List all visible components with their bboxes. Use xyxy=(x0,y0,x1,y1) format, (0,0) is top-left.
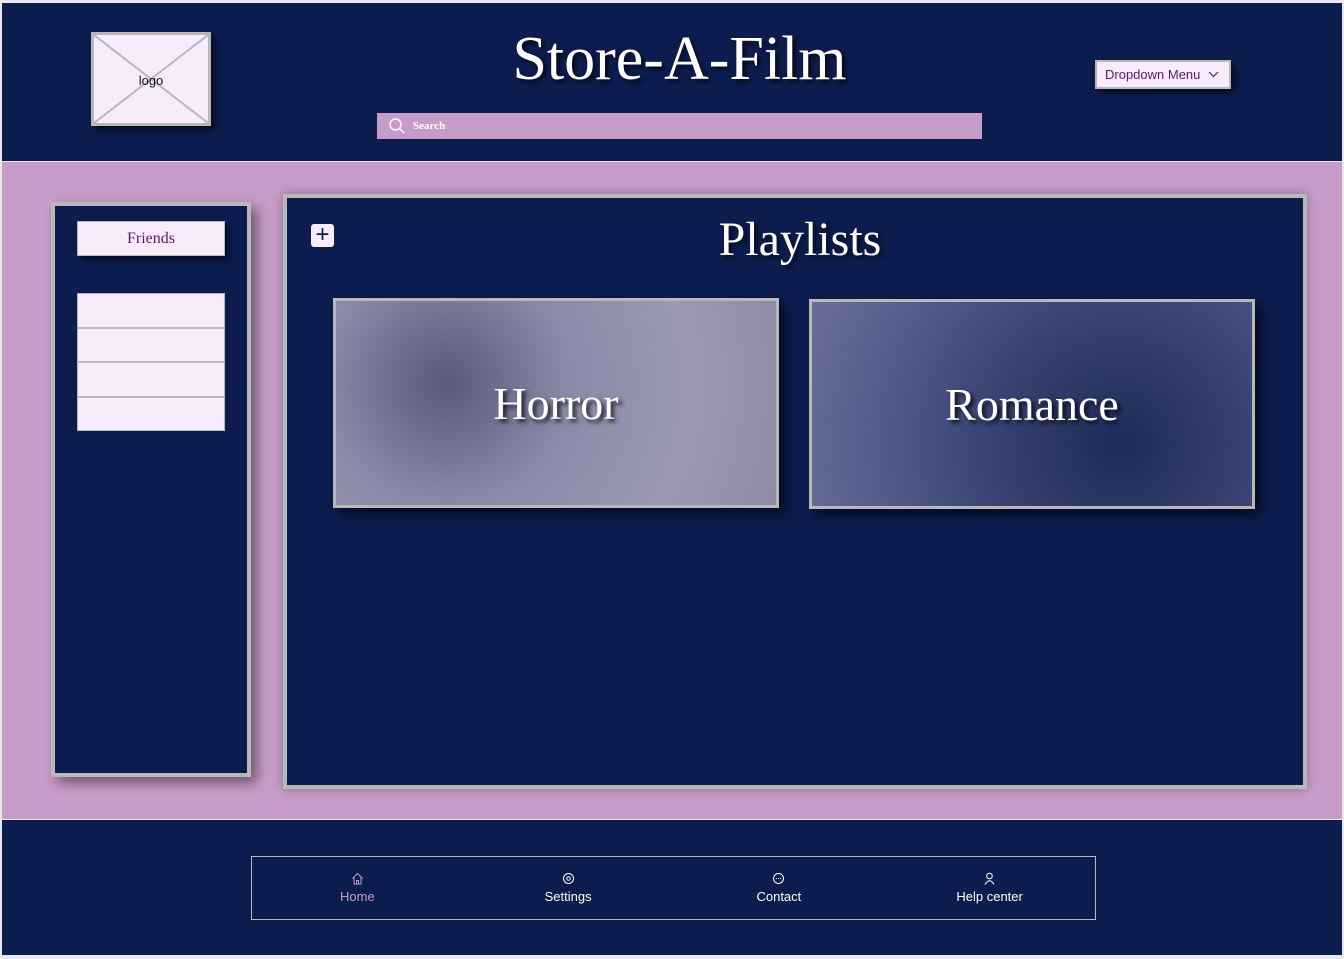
friend-slot[interactable] xyxy=(77,327,225,362)
friend-slot[interactable] xyxy=(77,396,225,431)
home-icon xyxy=(352,872,363,885)
chat-icon xyxy=(773,873,785,884)
friends-sidebar: Friends xyxy=(51,202,251,777)
chevron-down-icon xyxy=(1208,71,1219,78)
friends-list xyxy=(77,293,225,431)
friends-button[interactable]: Friends xyxy=(77,221,225,256)
search-input[interactable]: Search xyxy=(377,113,982,139)
logo-label: logo xyxy=(138,73,164,88)
playlists-panel: + Playlists Horror Romance xyxy=(283,194,1307,789)
user-icon xyxy=(984,872,995,885)
settings-icon xyxy=(562,873,574,884)
logo-placeholder: logo xyxy=(91,32,211,126)
nav-label: Help center xyxy=(956,889,1023,904)
nav-settings[interactable]: Settings xyxy=(463,857,674,919)
friend-slot[interactable] xyxy=(77,362,225,397)
search-icon xyxy=(389,118,405,134)
nav-label: Home xyxy=(340,889,375,904)
dropdown-label: Dropdown Menu xyxy=(1105,67,1201,82)
playlist-card-horror[interactable]: Horror xyxy=(333,298,779,508)
nav-help-center[interactable]: Help center xyxy=(884,857,1095,919)
playlist-label: Horror xyxy=(493,377,619,429)
nav-home[interactable]: Home xyxy=(252,857,463,919)
playlist-label: Romance xyxy=(945,378,1119,430)
site-title: Store-A-Film xyxy=(512,25,847,93)
nav-label: Settings xyxy=(544,889,592,904)
page-title: Playlists xyxy=(718,213,882,266)
nav-label: Contact xyxy=(756,889,802,904)
nav-contact[interactable]: Contact xyxy=(674,857,885,919)
playlist-card-romance[interactable]: Romance xyxy=(809,299,1255,509)
dropdown-menu[interactable]: Dropdown Menu xyxy=(1095,60,1231,89)
friend-slot[interactable] xyxy=(77,293,225,328)
footer-nav: Home Settings Contact Help center xyxy=(251,856,1096,920)
search-placeholder: Search xyxy=(413,120,446,132)
